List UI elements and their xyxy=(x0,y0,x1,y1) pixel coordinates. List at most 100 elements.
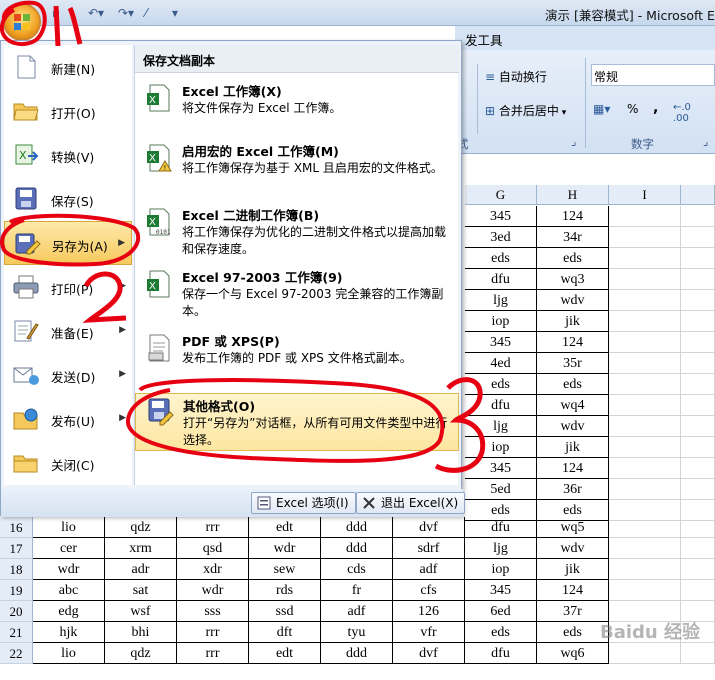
table-cell[interactable]: 37r xyxy=(537,601,609,622)
table-cell[interactable]: wdv xyxy=(537,538,609,559)
table-cell[interactable]: wq6 xyxy=(537,643,609,664)
menu-item-publish[interactable]: 发布(U) ▶ xyxy=(4,397,132,441)
empty-cell[interactable] xyxy=(609,290,681,311)
table-cell[interactable]: sat xyxy=(105,580,177,601)
empty-cell[interactable] xyxy=(681,269,715,290)
table-cell[interactable]: lio xyxy=(33,643,105,664)
empty-cell[interactable] xyxy=(609,227,681,248)
empty-cell[interactable] xyxy=(681,479,715,500)
empty-cell[interactable] xyxy=(609,538,681,559)
table-cell[interactable]: 5ed xyxy=(465,479,537,500)
table-cell[interactable]: rrr xyxy=(177,622,249,643)
table-cell[interactable]: dft xyxy=(249,622,321,643)
table-cell[interactable]: 3ed xyxy=(465,227,537,248)
empty-cell[interactable] xyxy=(609,479,681,500)
table-cell[interactable]: dvf xyxy=(393,643,465,664)
table-cell[interactable]: 124 xyxy=(537,580,609,601)
table-cell[interactable]: edg xyxy=(33,601,105,622)
row-header[interactable]: 19 xyxy=(0,580,33,601)
table-cell[interactable]: ddd xyxy=(321,517,393,538)
empty-cell[interactable] xyxy=(681,353,715,374)
empty-cell[interactable] xyxy=(609,559,681,580)
table-cell[interactable]: 36r xyxy=(537,479,609,500)
table-cell[interactable]: eds xyxy=(465,374,537,395)
table-cell[interactable]: cer xyxy=(33,538,105,559)
table-cell[interactable]: 4ed xyxy=(465,353,537,374)
column-header-g[interactable]: G xyxy=(465,185,537,205)
table-cell[interactable]: dfu xyxy=(465,643,537,664)
table-cell[interactable]: sss xyxy=(177,601,249,622)
empty-cell[interactable] xyxy=(681,395,715,416)
menu-item-save-disk[interactable]: 保存(S) xyxy=(4,177,132,221)
table-cell[interactable]: jik xyxy=(537,437,609,458)
exit-excel-button[interactable]: 退出 Excel(X) xyxy=(356,492,466,514)
table-cell[interactable]: sew xyxy=(249,559,321,580)
empty-cell[interactable] xyxy=(609,332,681,353)
row-header[interactable]: 22 xyxy=(0,643,33,664)
empty-cell[interactable] xyxy=(609,311,681,332)
save-format-other-formats[interactable]: 其他格式(O) 打开“另存为”对话框，从所有可用文件类型中进行选择。 xyxy=(135,393,459,451)
menu-item-close-folder[interactable]: 关闭(C) xyxy=(4,441,132,485)
empty-cell[interactable] xyxy=(609,353,681,374)
empty-cell[interactable] xyxy=(609,643,681,664)
empty-cell[interactable] xyxy=(681,458,715,479)
table-cell[interactable]: tyu xyxy=(321,622,393,643)
increase-decimal-icon[interactable]: ←.0.00 xyxy=(673,102,691,124)
table-cell[interactable]: 34r xyxy=(537,227,609,248)
save-format-excel-workbook[interactable]: X Excel 工作簿(X) 将文件保存为 Excel 工作簿。 xyxy=(135,81,459,131)
empty-cell[interactable] xyxy=(681,248,715,269)
wrap-text-button[interactable]: ≡ 自动换行 xyxy=(485,68,547,85)
table-cell[interactable]: wq5 xyxy=(537,517,609,538)
empty-cell[interactable] xyxy=(681,580,715,601)
save-format-excel-binary[interactable]: X 0101 Excel 二进制工作簿(B) 将工作簿保存为优化的二进制文件格式以提高… xyxy=(135,205,459,265)
empty-cell[interactable] xyxy=(609,374,681,395)
merge-center-button[interactable]: ⊞ 合并后居中 ▾ xyxy=(485,102,566,119)
table-cell[interactable]: iop xyxy=(465,559,537,580)
table-cell[interactable]: sdrf xyxy=(393,538,465,559)
currency-button[interactable]: ▦▾ xyxy=(593,102,610,116)
table-cell[interactable]: ssd xyxy=(249,601,321,622)
empty-cell[interactable] xyxy=(681,643,715,664)
empty-cell[interactable] xyxy=(609,416,681,437)
empty-cell[interactable] xyxy=(609,437,681,458)
table-cell[interactable]: qdz xyxy=(105,643,177,664)
table-cell[interactable]: ddd xyxy=(321,538,393,559)
table-cell[interactable]: hjk xyxy=(33,622,105,643)
customize-toolbar-icon[interactable]: ▾ xyxy=(172,6,178,20)
table-cell[interactable]: wsf xyxy=(105,601,177,622)
empty-cell[interactable] xyxy=(681,227,715,248)
table-cell[interactable]: 124 xyxy=(537,332,609,353)
table-cell[interactable]: bhi xyxy=(105,622,177,643)
table-cell[interactable]: dvf xyxy=(393,517,465,538)
empty-cell[interactable] xyxy=(609,517,681,538)
comma-button[interactable]: , xyxy=(653,100,658,116)
empty-cell[interactable] xyxy=(609,248,681,269)
excel-options-button[interactable]: Excel 选项(I) xyxy=(251,492,356,514)
table-cell[interactable]: wq4 xyxy=(537,395,609,416)
dialog-launcher-icon[interactable]: ⌟ xyxy=(703,134,708,148)
percent-button[interactable]: % xyxy=(627,102,638,116)
empty-cell[interactable] xyxy=(681,290,715,311)
row-header[interactable]: 17 xyxy=(0,538,33,559)
row-header[interactable]: 21 xyxy=(0,622,33,643)
table-cell[interactable]: iop xyxy=(465,311,537,332)
table-cell[interactable]: 345 xyxy=(465,332,537,353)
table-cell[interactable]: vfr xyxy=(393,622,465,643)
table-cell[interactable]: 124 xyxy=(537,206,609,227)
table-cell[interactable]: adr xyxy=(105,559,177,580)
table-cell[interactable]: wdv xyxy=(537,290,609,311)
table-cell[interactable]: 126 xyxy=(393,601,465,622)
table-cell[interactable]: cds xyxy=(321,559,393,580)
menu-item-new-document[interactable]: 新建(N) xyxy=(4,45,132,89)
menu-item-printer[interactable]: 打印(P) ▶ xyxy=(4,265,132,309)
empty-cell[interactable] xyxy=(609,580,681,601)
row-header[interactable]: 16 xyxy=(0,517,33,538)
tab-developer[interactable]: 发工具 xyxy=(465,30,503,49)
table-cell[interactable]: eds xyxy=(537,374,609,395)
empty-cell[interactable] xyxy=(609,395,681,416)
table-cell[interactable]: eds xyxy=(465,622,537,643)
table-cell[interactable]: adf xyxy=(321,601,393,622)
table-cell[interactable]: 345 xyxy=(465,206,537,227)
table-cell[interactable]: edt xyxy=(249,643,321,664)
empty-cell[interactable] xyxy=(681,517,715,538)
